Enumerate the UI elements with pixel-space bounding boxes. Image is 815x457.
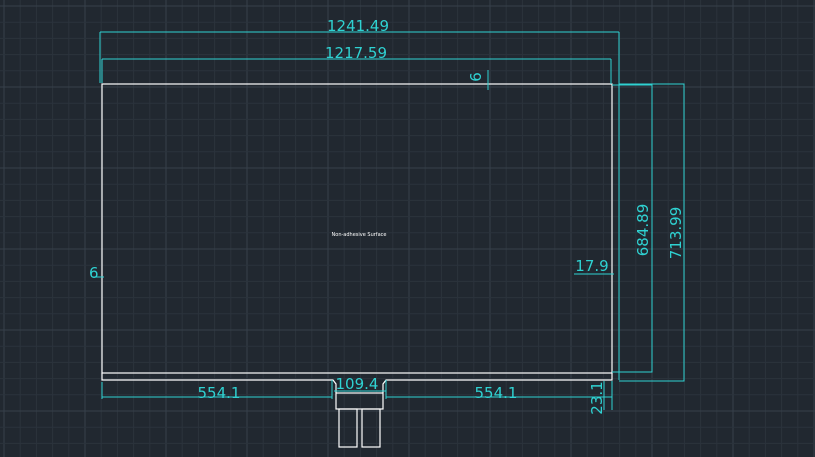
overall-height-label: 713.99	[667, 207, 685, 260]
tail-finger-right	[361, 408, 381, 448]
right-margin-label: 17.9	[575, 257, 608, 275]
cad-drawing: 1241.49 1217.59 6 6 17.9 684.89 713.99 5…	[0, 0, 815, 457]
inner-height-label: 684.89	[634, 204, 652, 257]
overall-width-label: 1241.49	[327, 17, 389, 35]
bottom-offset-label: 23.1	[588, 381, 606, 414]
tail-finger-left	[338, 408, 358, 448]
top-offset-label: 6	[467, 72, 485, 82]
tail-connector	[335, 392, 384, 410]
background-grid	[0, 0, 815, 457]
inner-width-label: 1217.59	[325, 44, 387, 62]
surface-label: Non-adhesive Surface	[332, 232, 387, 238]
right-tab-label: 554.1	[475, 384, 518, 402]
tail-width-label: 109.4	[336, 375, 379, 393]
cad-canvas[interactable]: 1241.49 1217.59 6 6 17.9 684.89 713.99 5…	[0, 0, 815, 457]
inner-width-dim-line	[101, 58, 612, 84]
left-tab-label: 554.1	[198, 384, 241, 402]
dimension-lines	[92, 31, 685, 410]
left-offset-label: 6	[89, 264, 99, 282]
